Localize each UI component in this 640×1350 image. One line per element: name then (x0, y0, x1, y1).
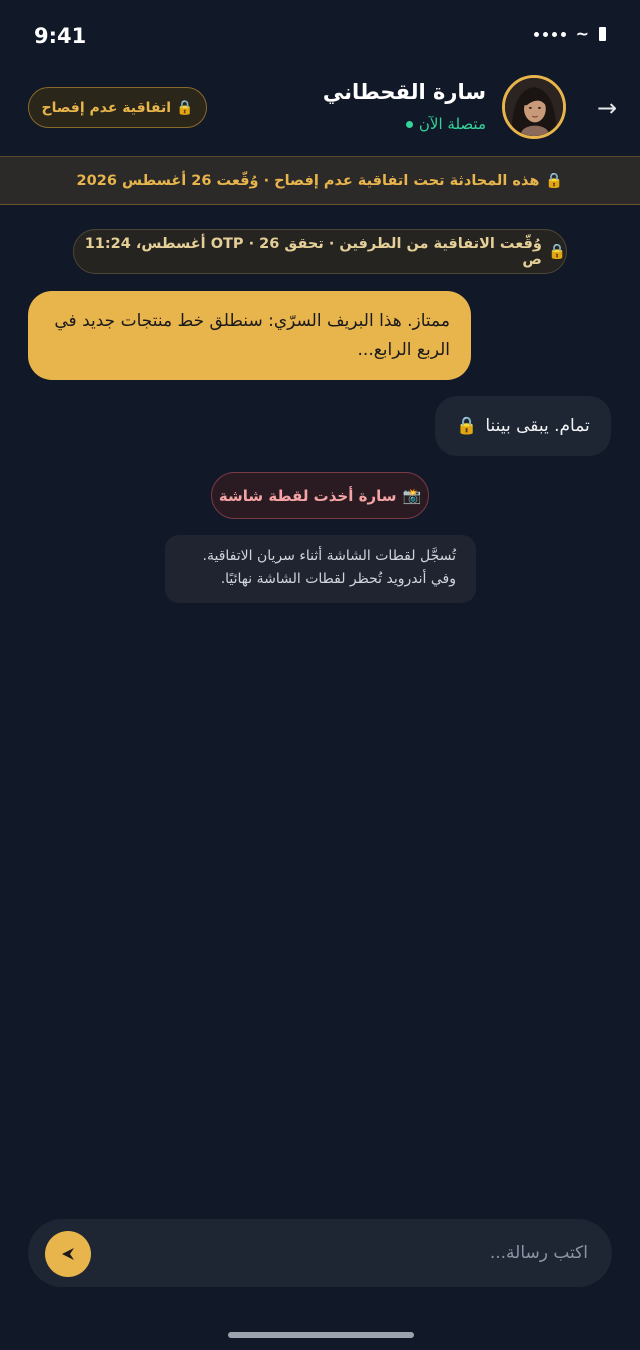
agreement-signed-notice: 🔒 وُقّعت الاتفاقية من الطرفين · تحقق OTP… (73, 229, 567, 274)
nda-button-label: اتفاقية عدم إفصاح (41, 99, 172, 116)
status-bar: 9:41 ~ (0, 0, 640, 70)
screenshot-note-line: تُسجَّل لقطات الشاشة أثناء سريان الاتفاق… (202, 548, 456, 564)
nda-banner-text: هذه المحادثة تحت اتفاقية عدم إفصاح · وُق… (76, 172, 540, 189)
nda-banner: 🔒 هذه المحادثة تحت اتفاقية عدم إفصاح · و… (0, 156, 640, 205)
message-composer (28, 1219, 612, 1287)
home-indicator[interactable] (228, 1332, 414, 1338)
lock-icon: 🔒 (545, 173, 564, 189)
contact-status: متصلة الآن (405, 115, 486, 133)
back-button[interactable]: → (594, 96, 620, 122)
screenshot-alert: 📸 سارة أخذت لقطة شاشة (211, 472, 429, 519)
agreement-signed-text: وُقّعت الاتفاقية من الطرفين · تحقق OTP ·… (84, 235, 542, 268)
contact-name: سارة القحطاني (322, 80, 486, 104)
lock-icon: 🔒 (547, 244, 566, 260)
incoming-message[interactable]: ممتاز. هذا البريف السرّي: سنطلق خط منتجا… (28, 291, 471, 380)
screenshot-alert-text: سارة أخذت لقطة شاشة (218, 486, 397, 505)
signal-icon (533, 31, 566, 37)
status-time: 9:41 (34, 24, 87, 48)
send-icon (62, 1248, 74, 1260)
avatar[interactable] (502, 75, 566, 139)
message-input[interactable] (148, 1219, 588, 1287)
chat-header: → سارة القحطاني متصلة الآن 🔒 اتفاقية عدم… (0, 70, 640, 156)
camera-icon: 📸 (402, 486, 422, 505)
screenshot-policy-note: تُسجَّل لقطات الشاشة أثناء سريان الاتفاق… (165, 535, 476, 603)
lock-icon: 🔒 (176, 99, 194, 116)
chat-screen: 9:41 ~ → سارة القحطاني متصلة الآن 🔒 اتفا… (0, 0, 640, 1350)
lock-icon: 🔒 (456, 416, 478, 436)
wifi-icon: ~ (575, 24, 589, 43)
battery-icon (599, 27, 606, 41)
send-button[interactable] (45, 1231, 91, 1277)
avatar-photo (505, 78, 563, 136)
status-icons: ~ (533, 24, 606, 43)
outgoing-message[interactable]: تمام. يبقى بيننا 🔒 (435, 396, 611, 456)
online-dot-icon (405, 120, 413, 128)
contact-status-text: متصلة الآن (418, 115, 486, 133)
incoming-message-text: ممتاز. هذا البريف السرّي: سنطلق خط منتجا… (54, 311, 450, 360)
outgoing-message-text: تمام. يبقى بيننا (485, 416, 590, 436)
screenshot-note-line: وفي أندرويد تُحظر لقطات الشاشة نهائيًا. (220, 571, 456, 587)
nda-button[interactable]: 🔒 اتفاقية عدم إفصاح (28, 87, 207, 128)
